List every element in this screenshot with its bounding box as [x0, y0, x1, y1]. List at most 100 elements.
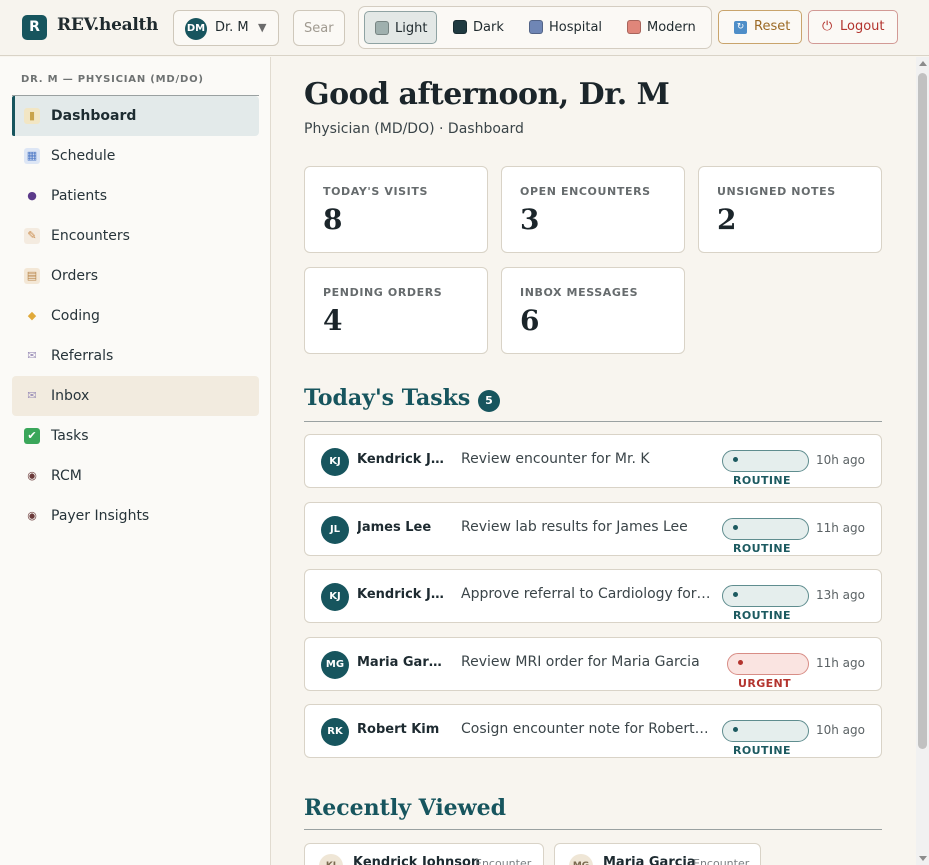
logout-button[interactable]: ⏻ Logout — [808, 10, 898, 44]
user-name: Dr. M — [215, 20, 249, 35]
section-divider — [304, 829, 882, 830]
dot-icon — [733, 525, 738, 530]
task-time: 11h ago — [815, 656, 865, 670]
task-row[interactable]: JL James Lee Review lab results for Jame… — [304, 502, 882, 556]
power-icon: ⏻ — [822, 19, 833, 34]
sidebar-item-tasks[interactable]: ✔ Tasks — [12, 416, 259, 456]
sidebar-heading: DR. M — PHYSICIAN (MD/DO) — [21, 74, 204, 85]
avatar: RK — [321, 718, 349, 746]
sidebar-item-rcm[interactable]: ◉ RCM — [12, 456, 259, 496]
top-bar: R REV.health DM Dr. M ▼ Light Dark Hospi… — [0, 0, 929, 56]
calendar-icon: ▦ — [24, 148, 40, 164]
sidebar-item-label: Orders — [51, 268, 99, 284]
sidebar-item-orders[interactable]: ▤ Orders — [12, 256, 259, 296]
task-patient-name: Kendrick Johnson — [357, 587, 449, 602]
recent-item[interactable]: KJ Kendrick Johnson Encounter — [304, 843, 544, 865]
sidebar-item-label: RCM — [51, 468, 82, 484]
swatch-icon — [375, 21, 389, 35]
stat-card-inbox-messages[interactable]: INBOX MESSAGES 6 — [501, 267, 685, 354]
sidebar-item-referrals[interactable]: ✉ Referrals — [12, 336, 259, 376]
task-patient-name: Kendrick Johnson — [357, 452, 449, 467]
stat-label: OPEN ENCOUNTERS — [520, 185, 651, 198]
sidebar: DR. M — PHYSICIAN (MD/DO) ▮ Dashboard ▦ … — [0, 57, 271, 865]
task-time: 10h ago — [815, 453, 865, 467]
scrollbar-thumb[interactable] — [918, 73, 927, 749]
stat-value: 3 — [520, 203, 540, 236]
dot-icon — [738, 660, 743, 665]
recent-item[interactable]: MG Maria Garcia Encounter — [554, 843, 761, 865]
search-input[interactable] — [293, 10, 345, 46]
sidebar-item-label: Encounters — [51, 228, 130, 244]
task-time: 13h ago — [815, 588, 865, 602]
theme-light-button[interactable]: Light — [364, 11, 437, 44]
swatch-icon — [453, 20, 467, 34]
task-description: Review encounter for Mr. K — [461, 451, 650, 467]
theme-label: Hospital — [549, 20, 603, 35]
task-description: Cosign encounter note for Robert Kim — [461, 721, 713, 737]
sidebar-item-dashboard[interactable]: ▮ Dashboard — [12, 96, 259, 136]
stat-card-open-encounters[interactable]: OPEN ENCOUNTERS 3 — [501, 166, 685, 253]
memo-icon: ✎ — [24, 228, 40, 244]
task-row[interactable]: KJ Kendrick Johnson Review encounter for… — [304, 434, 882, 488]
theme-hospital-button[interactable]: Hospital — [519, 11, 609, 44]
user-avatar: DM — [185, 18, 207, 40]
main-content: Good afternoon, Dr. M Physician (MD/DO) … — [272, 57, 916, 865]
recent-name: Maria Garcia — [603, 855, 696, 865]
logo-icon: R — [22, 15, 47, 40]
recent-type: Encounter — [475, 857, 532, 865]
stat-card-unsigned-notes[interactable]: UNSIGNED NOTES 2 — [698, 166, 882, 253]
sidebar-item-label: Inbox — [51, 388, 90, 404]
user-select[interactable]: DM Dr. M ▼ — [173, 10, 279, 46]
priority-badge: ROUTINE — [722, 450, 809, 487]
stat-value: 8 — [323, 203, 343, 236]
sidebar-item-label: Dashboard — [51, 108, 137, 124]
scroll-down-icon[interactable] — [919, 856, 927, 861]
sidebar-item-payer-insights[interactable]: ◉ Payer Insights — [12, 496, 259, 536]
recent-name: Kendrick Johnson — [353, 855, 481, 865]
task-row[interactable]: KJ Kendrick Johnson Approve referral to … — [304, 569, 882, 623]
theme-switcher: Light Dark Hospital Modern — [358, 6, 712, 49]
scroll-up-icon[interactable] — [919, 61, 927, 66]
sidebar-item-label: Patients — [51, 188, 108, 204]
avatar: KJ — [321, 583, 349, 611]
inbox-icon: ✉ — [27, 389, 37, 402]
priority-badge: ROUTINE — [722, 518, 809, 555]
sidebar-item-inbox[interactable]: ✉ Inbox — [12, 376, 259, 416]
priority-label: ROUTINE — [733, 744, 791, 757]
avatar: JL — [321, 516, 349, 544]
sidebar-item-schedule[interactable]: ▦ Schedule — [12, 136, 259, 176]
sidebar-item-coding[interactable]: ◆ Coding — [12, 296, 259, 336]
task-row[interactable]: MG Maria Garcia Review MRI order for Mar… — [304, 637, 882, 691]
stat-value: 4 — [323, 304, 343, 337]
task-row[interactable]: RK Robert Kim Cosign encounter note for … — [304, 704, 882, 758]
sidebar-item-label: Referrals — [51, 348, 114, 364]
priority-label: ROUTINE — [733, 609, 791, 622]
bar-chart-icon: ▮ — [24, 108, 40, 124]
refresh-icon: ↻ — [734, 21, 747, 34]
tasks-count-badge: 5 — [478, 390, 500, 412]
stat-card-pending-orders[interactable]: PENDING ORDERS 4 — [304, 267, 488, 354]
priority-badge: ROUTINE — [722, 720, 809, 757]
theme-label: Light — [395, 21, 428, 36]
priority-label: ROUTINE — [733, 474, 791, 487]
avatar: KJ — [319, 854, 343, 865]
reset-button[interactable]: ↻ Reset — [718, 10, 802, 44]
sidebar-item-label: Payer Insights — [51, 508, 150, 524]
stat-label: TODAY'S VISITS — [323, 185, 428, 198]
eye-icon: ◉ — [27, 509, 37, 522]
section-divider — [304, 421, 882, 422]
eye-icon: ◉ — [27, 469, 37, 482]
sidebar-item-encounters[interactable]: ✎ Encounters — [12, 216, 259, 256]
envelope-icon: ✉ — [27, 349, 37, 362]
main-scrollbar[interactable] — [916, 57, 929, 865]
task-time: 11h ago — [815, 521, 865, 535]
theme-modern-button[interactable]: Modern — [617, 11, 707, 44]
task-time: 10h ago — [815, 723, 865, 737]
priority-badge: ROUTINE — [722, 585, 809, 622]
theme-dark-button[interactable]: Dark — [443, 11, 515, 44]
sidebar-item-patients[interactable]: ● Patients — [12, 176, 259, 216]
theme-label: Dark — [473, 20, 504, 35]
swatch-icon — [529, 20, 543, 34]
task-description: Approve referral to Cardiology for Mr. K — [461, 586, 713, 602]
stat-card-todays-visits[interactable]: TODAY'S VISITS 8 — [304, 166, 488, 253]
